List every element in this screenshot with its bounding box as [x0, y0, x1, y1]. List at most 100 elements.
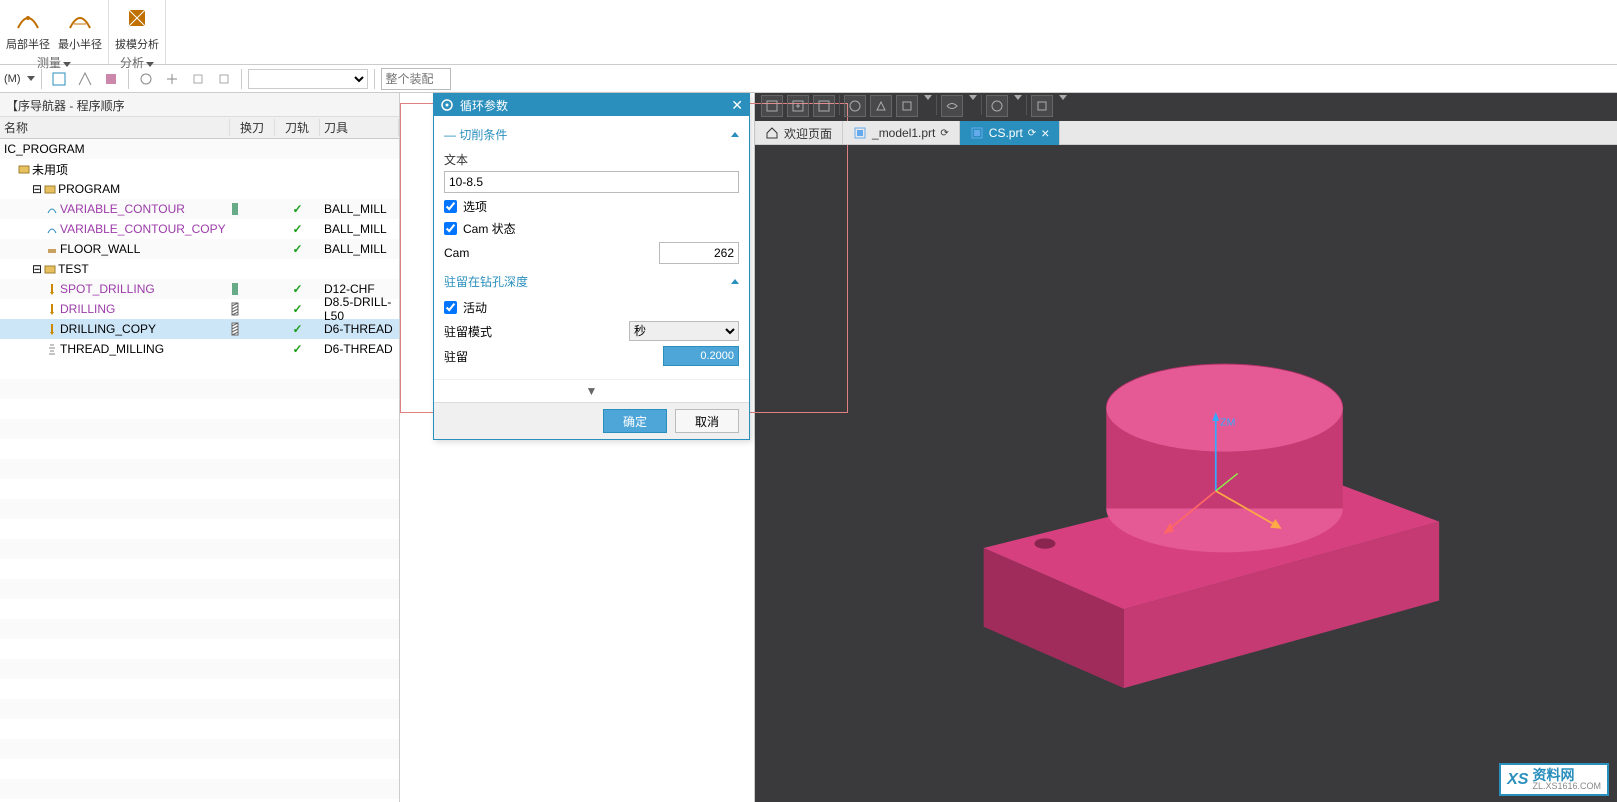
tab-_model1prt[interactable]: _model1.prt ⟳ — [843, 121, 960, 145]
nav-item-variable_contour_copy[interactable]: VARIABLE_CONTOUR_COPY✓BALL_MILL — [0, 219, 399, 239]
cycle-params-dialog: 循环参数 ✕ — 切削条件 文本 选项 Cam 状态 Cam 驻留在钻孔深度 活… — [433, 93, 750, 440]
nav-item-test[interactable]: ⊟ TEST — [0, 259, 399, 279]
ok-button[interactable]: 确定 — [603, 409, 667, 433]
local-radius-icon — [12, 2, 44, 34]
text-input[interactable] — [444, 171, 739, 193]
mid-panel: 循环参数 ✕ — 切削条件 文本 选项 Cam 状态 Cam 驻留在钻孔深度 活… — [400, 93, 755, 802]
tab-[interactable]: 欢迎页面 — [755, 121, 843, 145]
cam-status-label: Cam 状态 — [463, 220, 516, 237]
view-toolbar — [761, 95, 1067, 117]
vb-6[interactable] — [896, 95, 918, 117]
tb-icon-6[interactable] — [187, 68, 209, 90]
nav-item-thread_milling[interactable]: THREAD_MILLING✓D6-THREAD — [0, 339, 399, 359]
view-panel: 欢迎页面_model1.prt ⟳CS.prt ⟳ × — [755, 93, 1617, 802]
option-label: 选项 — [463, 198, 487, 215]
mode-label: (M) — [4, 73, 21, 85]
vb-2[interactable] — [787, 95, 809, 117]
dwell-mode-label: 驻留模式 — [444, 323, 492, 340]
nav-blank-row — [0, 719, 399, 739]
nav-header-row: 名称 换刀 刀轨 刀具 — [0, 117, 399, 139]
tb-icon-1[interactable] — [48, 68, 70, 90]
contour-icon — [46, 203, 58, 215]
vb-7[interactable] — [941, 95, 963, 117]
nav-blank-row — [0, 439, 399, 459]
active-label: 活动 — [463, 299, 487, 316]
nav-blank-row — [0, 379, 399, 399]
section-cutting[interactable]: — 切削条件 — [444, 122, 739, 147]
vb-4[interactable] — [844, 95, 866, 117]
nav-blank-row — [0, 759, 399, 779]
nav-blank-row — [0, 539, 399, 559]
close-icon[interactable]: ✕ — [731, 97, 743, 114]
nav-item-floor_wall[interactable]: FLOOR_WALL✓BALL_MILL — [0, 239, 399, 259]
dwell-value[interactable]: 0.2000 — [663, 346, 739, 366]
draft-analysis-button[interactable]: 拔模分析 — [115, 0, 159, 52]
tb-icon-3[interactable] — [100, 68, 122, 90]
nav-item-program[interactable]: ⊟ PROGRAM — [0, 179, 399, 199]
option-checkbox[interactable] — [444, 200, 457, 213]
local-radius-button[interactable]: 局部半径 — [6, 0, 50, 52]
nav-blank-row — [0, 399, 399, 419]
nav-unused[interactable]: 未用项 — [0, 159, 399, 179]
tb-icon-7[interactable] — [213, 68, 235, 90]
folder-icon — [44, 183, 56, 195]
ribbon-group-analyze: 拔模分析 分析 — [109, 0, 166, 64]
ribbon-group-measure: 局部半径 最小半径 测量 — [0, 0, 109, 64]
tab-csprt[interactable]: CS.prt ⟳ × — [960, 121, 1061, 145]
nav-blank-row — [0, 599, 399, 619]
vb-1[interactable] — [761, 95, 783, 117]
tb-icon-4[interactable] — [135, 68, 157, 90]
nav-blank-row — [0, 479, 399, 499]
folder-icon — [18, 163, 30, 175]
selection-filter-select[interactable] — [248, 69, 368, 89]
svg-text:ZM: ZM — [1220, 416, 1235, 428]
nav-item-drilling_copy[interactable]: DRILLING_COPY✓D6-THREAD — [0, 319, 399, 339]
min-radius-icon — [64, 2, 96, 34]
nav-root[interactable]: IC_PROGRAM — [0, 139, 399, 159]
nav-item-drilling[interactable]: DRILLING✓D8.5-DRILL-L50 — [0, 299, 399, 319]
tb-icon-2[interactable] — [74, 68, 96, 90]
nav-blank-row — [0, 699, 399, 719]
min-radius-button[interactable]: 最小半径 — [58, 0, 102, 52]
dwell-label: 驻留 — [444, 348, 468, 365]
nav-blank-row — [0, 679, 399, 699]
nav-item-variable_contour[interactable]: VARIABLE_CONTOUR✓BALL_MILL — [0, 199, 399, 219]
active-checkbox[interactable] — [444, 301, 457, 314]
hdr-change: 换刀 — [230, 119, 275, 136]
nav-blank-row — [0, 619, 399, 639]
part-icon — [970, 126, 984, 140]
hdr-track: 刀轨 — [275, 119, 320, 136]
contour-icon — [46, 223, 58, 235]
nav-blank-row — [0, 659, 399, 679]
operation-navigator: 【序导航器 - 程序顺序 名称 换刀 刀轨 刀具 IC_PROGRAM 未用项 … — [0, 93, 400, 802]
section-dwell[interactable]: 驻留在钻孔深度 — [444, 269, 739, 294]
nav-blank-row — [0, 739, 399, 759]
vb-5[interactable] — [870, 95, 892, 117]
gear-icon — [440, 98, 454, 112]
dialog-titlebar[interactable]: 循环参数 ✕ — [434, 94, 749, 116]
model-block — [984, 364, 1440, 688]
nav-blank-row — [0, 639, 399, 659]
cam-input[interactable] — [659, 242, 739, 264]
assembly-input[interactable] — [381, 68, 451, 90]
cam-status-checkbox[interactable] — [444, 222, 457, 235]
cam-label: Cam — [444, 246, 469, 260]
tab-bar: 欢迎页面_model1.prt ⟳CS.prt ⟳ × — [755, 121, 1617, 145]
expand-arrow[interactable]: ▼ — [434, 379, 749, 402]
nav-blank-row — [0, 419, 399, 439]
vb-9[interactable] — [1031, 95, 1053, 117]
cancel-button[interactable]: 取消 — [675, 409, 739, 433]
tb-icon-5[interactable] — [161, 68, 183, 90]
folder-icon — [44, 263, 56, 275]
hdr-tool: 刀具 — [320, 119, 399, 136]
tab-close-icon[interactable]: × — [1041, 125, 1049, 141]
nav-blank-row — [0, 579, 399, 599]
watermark: XS 资料网 ZL.XS1616.COM — [1499, 763, 1609, 796]
nav-blank-row — [0, 559, 399, 579]
vb-8[interactable] — [986, 95, 1008, 117]
3d-canvas[interactable]: ZM — [755, 145, 1617, 802]
thread-icon — [46, 343, 58, 355]
home-icon — [765, 126, 779, 140]
vb-3[interactable] — [813, 95, 835, 117]
dwell-mode-select[interactable]: 秒 — [629, 321, 739, 341]
